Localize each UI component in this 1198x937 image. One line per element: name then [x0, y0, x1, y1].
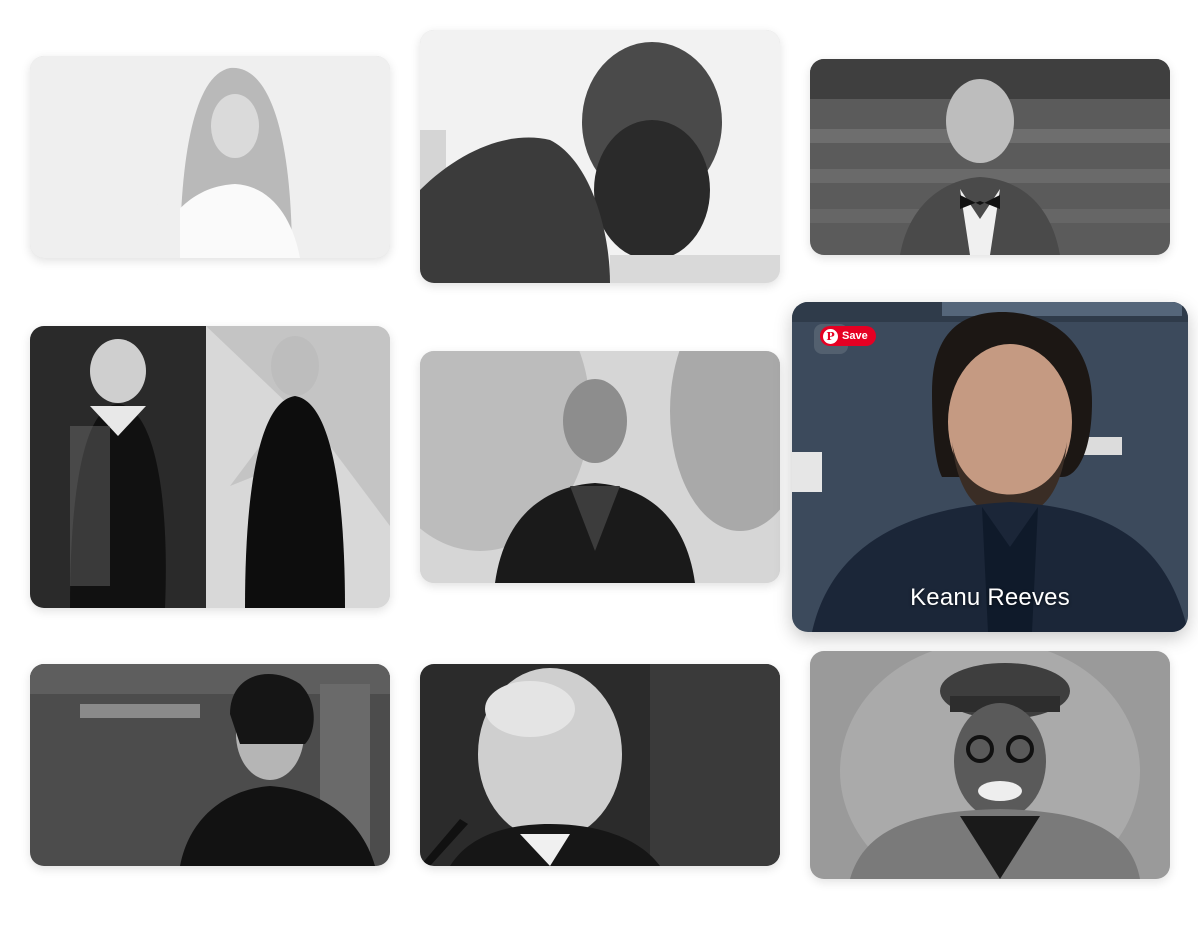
portrait-photo [420, 30, 780, 283]
portrait-photo [792, 302, 1188, 632]
portrait-caption: Keanu Reeves [910, 584, 1070, 611]
portrait-card-9[interactable] [810, 651, 1170, 879]
portrait-card-6[interactable]: Save Keanu Reeves [792, 302, 1188, 632]
portrait-card-5[interactable] [420, 351, 780, 583]
pinterest-icon [823, 328, 838, 344]
portrait-card-7[interactable] [30, 664, 390, 866]
portrait-card-4[interactable] [30, 326, 390, 608]
portrait-card-3[interactable] [810, 59, 1170, 255]
portrait-card-1[interactable] [30, 56, 390, 258]
portrait-card-2[interactable] [420, 30, 780, 283]
portrait-card-8[interactable] [420, 664, 780, 866]
save-button-label: Save [842, 330, 868, 342]
portrait-photo [30, 664, 390, 866]
portrait-photo [810, 651, 1170, 879]
portrait-photo [30, 326, 390, 608]
portrait-photo [30, 56, 390, 258]
portrait-photo [810, 59, 1170, 255]
pinterest-save-button[interactable]: Save [820, 326, 876, 346]
portrait-photo [420, 664, 780, 866]
portrait-photo [420, 351, 780, 583]
